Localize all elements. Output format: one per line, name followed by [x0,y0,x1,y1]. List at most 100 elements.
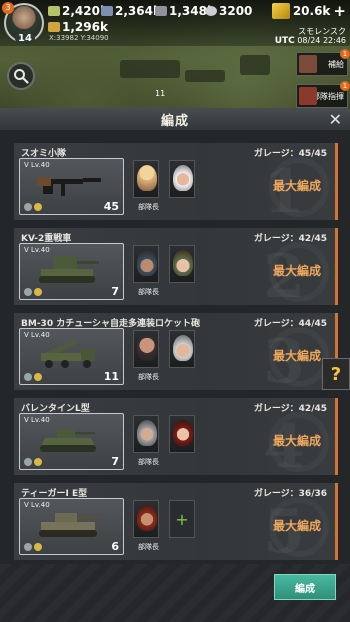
squad-leader-label: 部隊長 [138,288,159,296]
resource-4[interactable]: 3200 [205,4,252,18]
max-formation-button[interactable]: 最大編成 [273,177,321,194]
squad-card-1[interactable]: 1 スオミ小隊 ガレージ：45/45 ᐯ Lv.40 45 部隊長 最大編成 [14,143,338,227]
resource-2[interactable]: 2,364k [101,4,161,18]
tiger-tank-icon [39,513,99,537]
rank-icon: ᐯ [24,416,32,424]
unit-tags [24,373,42,381]
rank-icon: ᐯ [24,161,32,169]
unit-tags [24,543,42,551]
command-badge: 1 [340,81,350,91]
map-coordinates: X:33982 Y:34090 [49,34,109,42]
map-structure [185,70,225,82]
search-button[interactable] [7,62,35,90]
garage-capacity: ガレージ：42/45 [253,404,327,414]
rank-icon: ᐯ [24,331,32,339]
unit-tags [24,288,42,296]
officer-portrait[interactable] [169,415,195,453]
unit-tags [24,203,42,211]
power-display[interactable]: 1,296k [48,20,108,34]
light-tank-icon [40,429,96,452]
unit-count: 45 [103,200,119,213]
officer-portrait[interactable] [169,245,195,283]
officer-portrait[interactable] [169,160,195,198]
formation-button[interactable]: 編成 [274,574,336,600]
dialog-footer: 編成 [0,564,350,622]
unit-slot[interactable]: ᐯ Lv.40 45 [19,158,124,215]
officer-portrait[interactable] [169,330,195,368]
max-formation-button[interactable]: 最大編成 [273,517,321,534]
squad-card-3[interactable]: 3 BM-30 カチューシャ自走多連装ロケット砲 ガレージ：44/45 ᐯ Lv… [14,313,338,397]
unit-count: 7 [111,285,119,298]
max-formation-button[interactable]: 最大編成 [273,262,321,279]
notification-badge: 3 [2,2,14,14]
formation-dialog: 編成 ✕ 1 スオミ小隊 ガレージ：45/45 ᐯ Lv.40 45 部隊長 最… [0,108,350,622]
resource-1[interactable]: 2,420k [48,4,108,18]
utc-label: UTC [274,36,295,46]
garage-capacity: ガレージ：45/45 [253,149,327,159]
gold-display[interactable]: 20.6k + [271,2,346,20]
unit-tags [24,458,42,466]
squad-card-5[interactable]: 5 ティーガーI E型 ガレージ：36/36 ᐯ Lv.40 6 + 部隊長 最… [14,483,338,567]
search-icon [14,69,29,84]
resource-4-value: 3200 [219,4,253,18]
rank-icon: ᐯ [24,501,32,509]
dialog-title: 編成 [160,113,189,129]
plus-icon: + [175,509,189,529]
unit-count: 11 [103,370,119,383]
power-value: 1,296k [62,20,108,34]
unit-count: 6 [111,540,119,553]
player-avatar[interactable]: 3 14 [2,2,44,44]
squad-leader-label: 部隊長 [138,458,159,466]
unit-slot[interactable]: ᐯ Lv.40 11 [19,328,124,385]
rocket-truck-icon [41,339,95,368]
unit-count: 7 [111,455,119,468]
gold-icon [271,3,290,19]
garage-capacity: ガレージ：42/45 [253,234,327,244]
unit-slot[interactable]: ᐯ Lv.40 7 [19,413,124,470]
add-gold-icon[interactable]: + [333,2,346,20]
city-name: スモレンスク [298,27,346,36]
map-structure [120,60,180,78]
supply-badge: 1 [340,49,350,59]
unit-slot[interactable]: ᐯ Lv.40 6 [19,498,124,555]
squad-leader-label: 部隊長 [138,373,159,381]
commander-portrait[interactable] [133,330,159,368]
player-level: 14 [15,33,35,44]
max-formation-button[interactable]: 最大編成 [273,432,321,449]
supply-icon [48,6,60,16]
heavy-tank-icon [39,256,99,283]
question-icon: ? [330,363,342,385]
command-thumbnail [299,87,317,105]
rank-icon: ᐯ [24,246,32,254]
rare-metal-icon [205,6,217,16]
command-button[interactable]: 部隊指揮 1 [296,81,350,108]
steel-icon [155,6,167,16]
gold-value: 20.6k [292,4,331,18]
garage-capacity: ガレージ：44/45 [253,319,327,329]
close-icon[interactable]: ✕ [329,110,342,129]
squad-leader-label: 部隊長 [138,203,159,211]
unit-slot[interactable]: ᐯ Lv.40 7 [19,243,124,300]
fuel-icon [101,6,113,16]
commander-portrait[interactable] [133,245,159,283]
map-structure [240,55,270,75]
power-icon [48,22,60,32]
commander-portrait[interactable] [133,500,159,538]
server-time: 08/24 22:46 [297,36,346,45]
dialog-header: 編成 ✕ [0,108,350,130]
squad-card-4[interactable]: 4 バレンタインL型 ガレージ：42/45 ᐯ Lv.40 7 部隊長 最大編成 [14,398,338,482]
squad-leader-label: 部隊長 [138,543,159,551]
supply-label: 補給 [328,59,344,69]
location-info: スモレンスク UTC 08/24 22:46 [275,27,346,46]
map-army-count[interactable]: 11 [155,89,165,98]
squad-card-2[interactable]: 2 KV-2重戦車 ガレージ：42/45 ᐯ Lv.40 7 部隊長 最大編成 [14,228,338,312]
help-button[interactable]: ? [322,358,350,390]
garage-capacity: ガレージ：36/36 [253,489,327,499]
commander-portrait[interactable] [133,415,159,453]
max-formation-button[interactable]: 最大編成 [273,347,321,364]
add-officer-button[interactable]: + [169,500,195,538]
commander-portrait[interactable] [133,160,159,198]
smg-icon [37,177,101,196]
supply-thumbnail [299,55,317,73]
supply-button[interactable]: 補給 1 [296,49,350,76]
